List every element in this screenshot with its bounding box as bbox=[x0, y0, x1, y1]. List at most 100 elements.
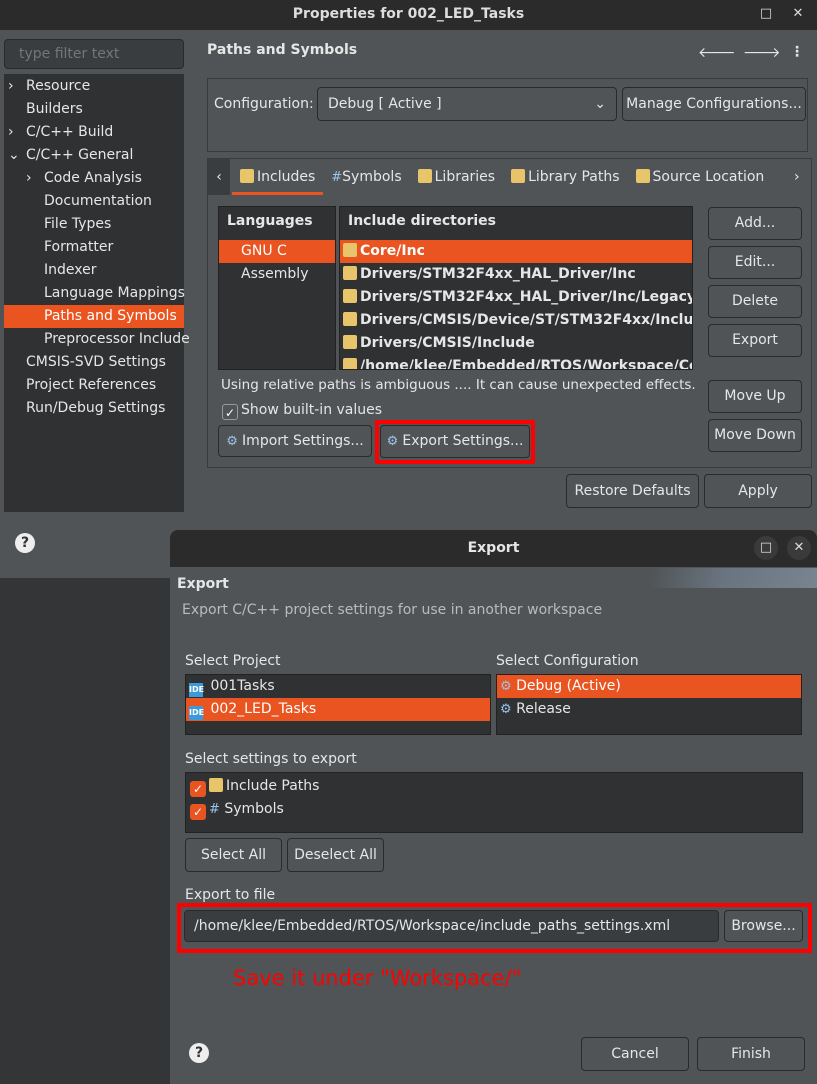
config-label: Select Configuration bbox=[496, 653, 639, 669]
manage-configurations-button[interactable]: Manage Configurations... bbox=[622, 87, 806, 121]
show-builtin-checkbox[interactable]: ✓ Show built-in values bbox=[222, 402, 382, 420]
finish-button[interactable]: Finish bbox=[697, 1037, 805, 1071]
sidebar-item-label: Builders bbox=[26, 101, 83, 117]
add-button[interactable]: Add... bbox=[708, 207, 802, 240]
sidebar-item[interactable]: Documentation bbox=[4, 190, 184, 213]
sidebar-item[interactable]: › C/C++ Build bbox=[4, 121, 184, 144]
tab-scroll-right-icon[interactable]: › bbox=[794, 159, 800, 195]
configuration-value: Debug [ Active ] bbox=[328, 96, 442, 112]
include-item[interactable]: Drivers/STM32F4xx_HAL_Driver/Inc bbox=[340, 263, 692, 286]
tab-label: Symbols bbox=[342, 169, 402, 185]
configuration-label: Configuration: bbox=[214, 96, 314, 112]
sidebar-item-label: Paths and Symbols bbox=[44, 308, 177, 324]
maximize-button[interactable]: □ bbox=[754, 2, 778, 26]
config-item[interactable]: ⚙ Debug (Active) bbox=[497, 675, 801, 698]
project-label: Select Project bbox=[185, 653, 281, 669]
sidebar-item[interactable]: Preprocessor Include bbox=[4, 328, 190, 351]
tab[interactable]: Source Location bbox=[628, 159, 773, 195]
annotation-text: Save it under "Workspace/" bbox=[233, 966, 522, 990]
properties-window: Properties for 002_LED_Tasks □ ✕ › Resour… bbox=[0, 0, 817, 578]
sidebar-item-label: File Types bbox=[44, 216, 112, 232]
tab-bar: Includes #Symbols Libraries Library Paths So… bbox=[232, 159, 772, 195]
tab[interactable]: Libraries bbox=[410, 159, 503, 195]
sidebar-item-label: Resource bbox=[26, 78, 91, 94]
config-item[interactable]: ⚙ Release bbox=[497, 698, 801, 721]
sidebar-item[interactable]: CMSIS-SVD Settings bbox=[4, 351, 184, 374]
include-folder-icon bbox=[343, 312, 357, 326]
back-icon[interactable]: 🡐 bbox=[698, 44, 736, 61]
delete-button[interactable]: Delete bbox=[708, 285, 802, 318]
project-item[interactable]: IDE 002_LED_Tasks bbox=[186, 698, 490, 721]
include-directories-list[interactable]: Include directories Core/Inc Drivers/STM3… bbox=[339, 206, 693, 370]
tab-scroll-left-icon[interactable]: ‹ bbox=[208, 159, 230, 195]
dialog-description: Export C/C++ project settings for use in… bbox=[182, 602, 603, 618]
include-item[interactable]: /home/klee/Embedded/RTOS/Workspace/Com bbox=[340, 355, 692, 369]
chevron-icon: › bbox=[26, 170, 32, 186]
sidebar-item-label: CMSIS-SVD Settings bbox=[26, 354, 166, 370]
include-item[interactable]: Drivers/CMSIS/Include bbox=[340, 332, 692, 355]
browse-button[interactable]: Browse... bbox=[724, 910, 803, 942]
deselect-all-button[interactable]: Deselect All bbox=[287, 838, 384, 872]
dialog-header: Export bbox=[177, 576, 229, 592]
include-item[interactable]: Drivers/STM32F4xx_HAL_Driver/Inc/Legacy bbox=[340, 286, 692, 309]
export-label: Export Settings... bbox=[402, 433, 524, 449]
import-settings-button[interactable]: ⚙ Import Settings... bbox=[218, 425, 372, 457]
sidebar-item-label: Formatter bbox=[44, 239, 114, 255]
export-settings-button[interactable]: ⚙ Export Settings... bbox=[380, 425, 530, 458]
help-icon[interactable]: ? bbox=[15, 533, 35, 553]
project-item[interactable]: IDE 001Tasks bbox=[186, 675, 490, 698]
sidebar-item[interactable]: Paths and Symbols bbox=[4, 305, 184, 328]
configuration-select[interactable]: Debug [ Active ] ⌄ bbox=[317, 87, 617, 121]
tab[interactable]: Includes bbox=[232, 159, 324, 195]
sidebar-item-label: Preprocessor Include bbox=[44, 331, 190, 347]
close-button[interactable]: ✕ bbox=[786, 2, 810, 26]
project-list[interactable]: IDE 001Tasks IDE 002_LED_Tasks bbox=[185, 674, 491, 735]
move-down-button[interactable]: Move Down bbox=[708, 419, 802, 452]
help-icon[interactable]: ? bbox=[189, 1043, 209, 1063]
language-item[interactable]: GNU C bbox=[219, 240, 335, 263]
tab-label: Includes bbox=[257, 169, 316, 185]
maximize-button[interactable]: □ bbox=[754, 536, 778, 560]
close-button[interactable]: ✕ bbox=[787, 536, 811, 560]
sidebar-item[interactable]: ⌄ C/C++ General bbox=[4, 144, 184, 167]
setting-include-paths[interactable]: ✓ Include Paths bbox=[190, 775, 802, 798]
include-item[interactable]: Core/Inc bbox=[340, 240, 692, 263]
sidebar-item-label: Project References bbox=[26, 377, 157, 393]
sidebar-item[interactable]: › Resource bbox=[4, 75, 184, 98]
ide-icon: IDE bbox=[189, 683, 204, 697]
language-item[interactable]: Assembly bbox=[219, 263, 335, 286]
forward-icon[interactable]: 🡒 bbox=[743, 44, 781, 61]
sidebar-item[interactable]: Project References bbox=[4, 374, 184, 397]
tab[interactable]: Library Paths bbox=[503, 159, 627, 195]
folder-icon bbox=[635, 169, 650, 183]
setting-symbols[interactable]: ✓ # Symbols bbox=[190, 798, 802, 821]
config-list[interactable]: ⚙ Debug (Active) ⚙ Release bbox=[496, 674, 802, 735]
filter-input[interactable] bbox=[4, 39, 184, 69]
sidebar-item-label: Documentation bbox=[44, 193, 152, 209]
apply-button[interactable]: Apply bbox=[704, 474, 812, 508]
sidebar-item[interactable]: Language Mappings bbox=[4, 282, 185, 305]
include-folder-icon bbox=[343, 243, 357, 257]
cancel-button[interactable]: Cancel bbox=[581, 1037, 689, 1071]
sidebar-item[interactable]: File Types bbox=[4, 213, 184, 236]
languages-list[interactable]: Languages GNU C Assembly bbox=[218, 206, 336, 370]
export-dialog: Export □ ✕ Export Export C/C++ project s… bbox=[170, 530, 817, 1084]
sidebar-item[interactable]: Builders bbox=[4, 98, 184, 121]
export-file-input[interactable]: /home/klee/Embedded/RTOS/Workspace/inclu… bbox=[184, 910, 719, 942]
export-button[interactable]: Export bbox=[708, 324, 802, 357]
tab[interactable]: #Symbols bbox=[323, 159, 409, 195]
restore-defaults-button[interactable]: Restore Defaults bbox=[566, 474, 699, 508]
sidebar-item-label: C/C++ Build bbox=[26, 124, 114, 140]
include-item[interactable]: Drivers/CMSIS/Device/ST/STM32F4xx/Includ… bbox=[340, 309, 692, 332]
menu-icon[interactable]: ⋮ bbox=[790, 44, 804, 60]
move-up-button[interactable]: Move Up bbox=[708, 380, 802, 413]
settings-list[interactable]: ✓ Include Paths ✓ # Symbols bbox=[185, 772, 803, 833]
edit-button[interactable]: Edit... bbox=[708, 246, 802, 279]
sidebar-item[interactable]: › Code Analysis bbox=[4, 167, 184, 190]
sidebar-item[interactable]: Run/Debug Settings bbox=[4, 397, 184, 420]
sidebar-item-label: Run/Debug Settings bbox=[26, 400, 166, 416]
ide-icon: IDE bbox=[189, 706, 204, 720]
sidebar-item[interactable]: Indexer bbox=[4, 259, 184, 282]
sidebar-item[interactable]: Formatter bbox=[4, 236, 184, 259]
select-all-button[interactable]: Select All bbox=[185, 838, 282, 872]
